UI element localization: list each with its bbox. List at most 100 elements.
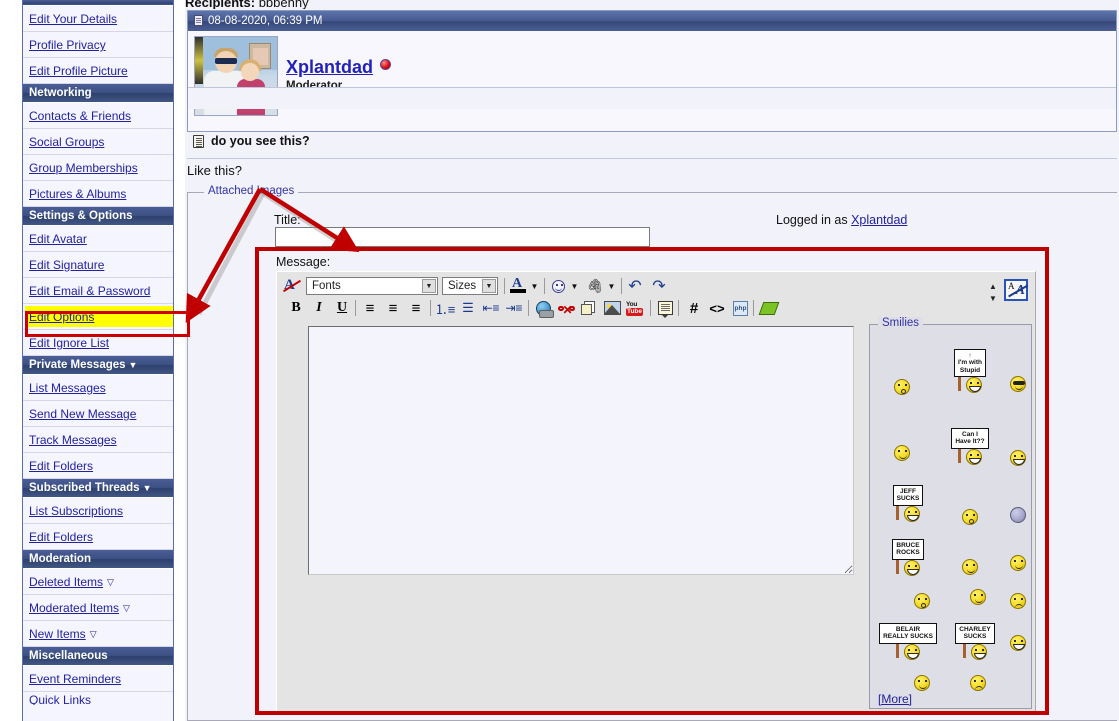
smiley-cheering[interactable] bbox=[1004, 549, 1032, 577]
smiley-happy[interactable] bbox=[908, 669, 936, 697]
insert-php-icon[interactable]: php bbox=[730, 298, 750, 318]
triangle-down-icon[interactable]: ▽ bbox=[123, 595, 130, 620]
attachment-dropdown-icon[interactable]: ▼ bbox=[606, 281, 617, 292]
smiley-cool[interactable] bbox=[1004, 369, 1032, 399]
sidebar-link-list-messages[interactable]: List Messages bbox=[29, 381, 106, 395]
align-left-icon[interactable]: ≡ bbox=[360, 298, 380, 318]
sidebar-item-group-memberships[interactable]: Group Memberships bbox=[23, 155, 173, 181]
triangle-down-icon[interactable]: ▽ bbox=[107, 569, 114, 594]
sidebar-header-private-messages[interactable]: Private Messages ▼ bbox=[23, 356, 173, 375]
sidebar-link-list-subscriptions[interactable]: List Subscriptions bbox=[29, 504, 123, 518]
sidebar-item-edit-folders-pm[interactable]: Edit Folders bbox=[23, 453, 173, 479]
sidebar-link-edit-profile-picture[interactable]: Edit Profile Picture bbox=[29, 64, 128, 78]
smiley-charley-sucks[interactable]: CHARLEY SUCKS bbox=[946, 615, 1004, 667]
attachment-icon[interactable]: 🖇 bbox=[585, 276, 605, 296]
chevron-down-icon[interactable]: ▼ bbox=[482, 279, 496, 293]
sidebar-link-pictures-albums[interactable]: Pictures & Albums bbox=[29, 187, 126, 201]
title-input[interactable] bbox=[275, 227, 650, 247]
sidebar-item-list-subscriptions[interactable]: List Subscriptions bbox=[23, 498, 173, 524]
sidebar-link-profile-privacy[interactable]: Profile Privacy bbox=[29, 38, 106, 52]
sidebar-item-profile-privacy[interactable]: Profile Privacy bbox=[23, 32, 173, 58]
insert-youtube-icon[interactable]: You Tube bbox=[625, 298, 645, 318]
font-color-dropdown-icon[interactable]: ▼ bbox=[529, 281, 540, 292]
smiley-can-i-have-it[interactable]: Can I Have It?? bbox=[942, 417, 998, 475]
sidebar-item-list-messages[interactable]: List Messages bbox=[23, 375, 173, 401]
smiley-belair-really-sucks[interactable]: BELAIR REALLY SUCKS bbox=[874, 615, 942, 667]
smilies-icon[interactable] bbox=[548, 276, 568, 296]
remove-formatting-icon[interactable]: A bbox=[282, 276, 302, 296]
underline-icon[interactable]: U bbox=[332, 298, 352, 318]
smiley-confused[interactable] bbox=[884, 369, 920, 405]
insert-hash-icon[interactable]: # bbox=[684, 298, 704, 318]
sidebar-link-quick-links[interactable]: Quick Links bbox=[29, 693, 91, 705]
insert-link-icon[interactable] bbox=[533, 298, 554, 318]
sidebar-item-edit-avatar[interactable]: Edit Avatar bbox=[23, 226, 173, 252]
smiley-questioning[interactable] bbox=[964, 669, 992, 697]
insert-email-icon[interactable] bbox=[579, 298, 599, 318]
sidebar-link-deleted-items[interactable]: Deleted Items bbox=[29, 575, 103, 589]
indent-icon[interactable]: ⇥≡ bbox=[504, 298, 524, 318]
smiley-unhappy[interactable] bbox=[1004, 587, 1032, 615]
sidebar-item-edit-email-password[interactable]: Edit Email & Password bbox=[23, 278, 173, 304]
sidebar-link-send-new-message[interactable]: Send New Message bbox=[29, 407, 136, 421]
sidebar-item-deleted-items[interactable]: Deleted Items ▽ bbox=[23, 569, 173, 595]
sidebar-header-subscribed-threads[interactable]: Subscribed Threads ▼ bbox=[23, 479, 173, 498]
sidebar-item-edit-ignore-list[interactable]: Edit Ignore List bbox=[23, 330, 173, 356]
sidebar-item-contacts-friends[interactable]: Contacts & Friends bbox=[23, 103, 173, 129]
post-author-link[interactable]: Xplantdad bbox=[286, 57, 373, 78]
sidebar-item-event-reminders[interactable]: Event Reminders bbox=[23, 666, 173, 692]
sidebar-item-pictures-albums[interactable]: Pictures & Albums bbox=[23, 181, 173, 207]
insert-image-icon[interactable] bbox=[602, 298, 622, 318]
sidebar-item-edit-folders-subs[interactable]: Edit Folders bbox=[23, 524, 173, 550]
insert-code-icon[interactable]: <> bbox=[707, 298, 727, 318]
sidebar-item-edit-signature[interactable]: Edit Signature bbox=[23, 252, 173, 278]
sidebar-item-send-new-message[interactable]: Send New Message bbox=[23, 401, 173, 427]
font-color-icon[interactable]: A bbox=[508, 276, 528, 296]
sidebar-link-group-memberships[interactable]: Group Memberships bbox=[29, 161, 138, 175]
insert-highlight-icon[interactable] bbox=[758, 298, 780, 318]
triangle-down-icon[interactable]: ▽ bbox=[90, 621, 97, 646]
sidebar-link-new-items[interactable]: New Items bbox=[29, 627, 86, 641]
remove-link-icon[interactable]: ✕ bbox=[556, 298, 576, 318]
sidebar-link-edit-folders-pm[interactable]: Edit Folders bbox=[29, 459, 93, 473]
outdent-icon[interactable]: ⇤≡ bbox=[481, 298, 501, 318]
ordered-list-icon[interactable]: ⒈≡ bbox=[435, 298, 456, 318]
sidebar-link-track-messages[interactable]: Track Messages bbox=[29, 433, 117, 447]
chevron-down-icon[interactable]: ▼ bbox=[129, 360, 138, 370]
smiley-shocked[interactable] bbox=[956, 503, 984, 531]
align-right-icon[interactable]: ≡ bbox=[406, 298, 426, 318]
bold-icon[interactable]: B bbox=[286, 298, 306, 318]
italic-icon[interactable]: I bbox=[309, 298, 329, 318]
sidebar-link-social-groups[interactable]: Social Groups bbox=[29, 135, 104, 149]
font-family-select[interactable]: Fonts ▼ bbox=[306, 277, 438, 295]
smiley-jeff-sucks[interactable]: JEFF SUCKS bbox=[878, 477, 938, 529]
sidebar-item-track-messages[interactable]: Track Messages bbox=[23, 427, 173, 453]
sidebar-link-edit-signature[interactable]: Edit Signature bbox=[29, 258, 104, 272]
insert-quote-icon[interactable] bbox=[655, 298, 675, 318]
font-size-select[interactable]: Sizes ▼ bbox=[442, 277, 498, 295]
logged-in-user-link[interactable]: Xplantdad bbox=[851, 213, 907, 227]
sidebar-link-edit-options[interactable]: Edit Options bbox=[29, 310, 94, 324]
chevron-down-icon[interactable]: ▼ bbox=[422, 279, 436, 293]
smiley-laugh[interactable] bbox=[1004, 629, 1032, 657]
smiley-im-with-stupid[interactable]: ↑ I'm with Stupid bbox=[942, 337, 998, 405]
sidebar-link-edit-your-details[interactable]: Edit Your Details bbox=[29, 12, 117, 26]
message-textarea[interactable] bbox=[308, 326, 854, 575]
sidebar-link-edit-avatar[interactable]: Edit Avatar bbox=[29, 232, 87, 246]
smiley-gray-blob[interactable] bbox=[1004, 501, 1032, 529]
smiley-surprised[interactable] bbox=[908, 587, 936, 615]
smiley-crying[interactable] bbox=[884, 435, 920, 471]
smiley-flanked[interactable] bbox=[956, 553, 984, 581]
unordered-list-icon[interactable]: ☰ bbox=[458, 298, 478, 318]
smiley-thumbs-down[interactable] bbox=[964, 583, 992, 611]
undo-icon[interactable]: ↶ bbox=[625, 276, 645, 296]
sidebar-link-edit-folders-subs[interactable]: Edit Folders bbox=[29, 530, 93, 544]
sidebar-item-social-groups[interactable]: Social Groups bbox=[23, 129, 173, 155]
smiley-big-grin[interactable] bbox=[1004, 443, 1032, 473]
align-center-icon[interactable]: ≡ bbox=[383, 298, 403, 318]
sidebar-link-event-reminders[interactable]: Event Reminders bbox=[29, 672, 121, 686]
smilies-dropdown-icon[interactable]: ▼ bbox=[569, 281, 580, 292]
sidebar-item-edit-profile-picture[interactable]: Edit Profile Picture bbox=[23, 58, 173, 84]
sidebar-link-edit-ignore-list[interactable]: Edit Ignore List bbox=[29, 336, 109, 350]
sidebar-link-contacts-friends[interactable]: Contacts & Friends bbox=[29, 109, 131, 123]
